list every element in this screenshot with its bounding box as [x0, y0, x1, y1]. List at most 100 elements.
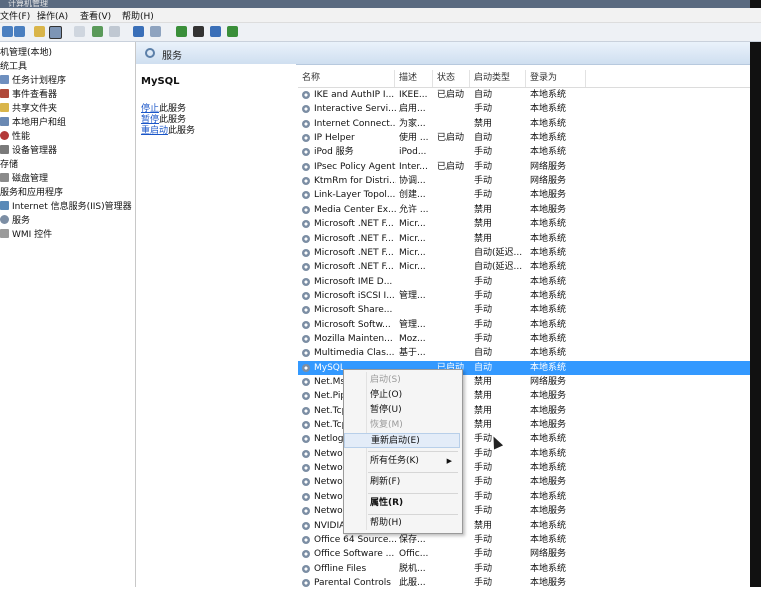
tree-local-users[interactable]: 本地用户和组 — [0, 115, 66, 128]
restart-service-link[interactable]: 重启动此服务 — [141, 123, 195, 136]
service-startup: 手动 — [474, 305, 493, 316]
column-name[interactable]: 名称 — [298, 70, 395, 87]
service-row[interactable]: Interactive Servi... 启用... 手动 本地系统 — [298, 102, 750, 116]
tree-disk-management[interactable]: 磁盘管理 — [0, 171, 48, 184]
service-row[interactable]: Microsoft .NET F... Micr... 自动(延迟... 本地系统 — [298, 260, 750, 274]
menu-item-all-tasks[interactable]: 所有任务(K) ▶ — [344, 454, 460, 469]
tree-shared-folders[interactable]: 共享文件夹 — [0, 101, 57, 114]
service-gear-icon — [302, 205, 310, 214]
menu-help[interactable]: 帮助(H) — [122, 9, 154, 22]
help-icon[interactable] — [133, 26, 144, 37]
tree-root[interactable]: 机管理(本地) — [0, 45, 52, 58]
service-logon: 本地系统 — [530, 362, 567, 373]
service-row[interactable]: IKE and AuthIP I... IKEE... 已启动 自动 本地系统 — [298, 88, 750, 102]
menu-item-stop[interactable]: 停止(O) — [344, 388, 460, 403]
service-name: Link-Layer Topol... — [314, 190, 396, 201]
service-row[interactable]: Microsoft Share... 手动 本地系统 — [298, 303, 750, 317]
tree-services-apps[interactable]: 服务和应用程序 — [0, 185, 63, 198]
service-row[interactable]: Media Center Ex... 允许 ... 禁用 本地服务 — [298, 203, 750, 217]
tree-task-scheduler[interactable]: 任务计划程序 — [0, 73, 66, 86]
description-pane: MySQL 停止此服务 暂停此服务 重启动此服务 — [136, 64, 296, 587]
service-gear-icon — [302, 162, 310, 171]
menu-item-pause[interactable]: 暂停(U) — [344, 403, 460, 418]
export-icon[interactable] — [74, 26, 85, 37]
restart-icon[interactable] — [227, 26, 238, 37]
service-status: 已启动 — [437, 90, 465, 100]
export-list-icon[interactable] — [109, 26, 120, 37]
service-row[interactable]: Parental Controls 此服... 手动 本地服务 — [298, 576, 750, 590]
service-row[interactable]: Microsoft .NET F... Micr... 禁用 本地系统 — [298, 232, 750, 246]
stop-icon[interactable] — [193, 26, 204, 37]
tree-event-viewer[interactable]: 事件查看器 — [0, 87, 57, 100]
back-icon[interactable] — [2, 26, 13, 37]
service-row[interactable]: IP Helper 使用 ... 已启动 自动 本地系统 — [298, 131, 750, 145]
service-row[interactable]: Microsoft Softw... 管理... 手动 本地系统 — [298, 318, 750, 332]
event-viewer-icon — [0, 89, 9, 98]
service-row[interactable]: Mozilla Mainten... Moz... 手动 本地系统 — [298, 332, 750, 346]
service-row[interactable]: Office Software ... Offic... 手动 网络服务 — [298, 547, 750, 561]
service-row[interactable]: Link-Layer Topol... 创建... 手动 本地服务 — [298, 188, 750, 202]
service-row[interactable]: Offline Files 脱机... 手动 本地系统 — [298, 562, 750, 576]
service-gear-icon — [302, 177, 310, 186]
service-name: Microsoft .NET F... — [314, 262, 394, 273]
service-desc: Micr... — [399, 247, 426, 258]
service-row[interactable]: Microsoft iSCSI I... 管理... 手动 本地系统 — [298, 289, 750, 303]
menu-item-refresh[interactable]: 刷新(F) — [344, 475, 460, 490]
service-desc: Micr... — [399, 262, 426, 273]
service-startup: 手动 — [474, 477, 493, 488]
service-startup: 自动(延迟... — [474, 262, 523, 273]
service-logon: 本地系统 — [530, 434, 567, 445]
tree-services[interactable]: 服务 — [0, 213, 30, 226]
menu-view[interactable]: 查看(V) — [80, 9, 111, 22]
service-row[interactable]: Microsoft .NET F... Micr... 禁用 本地系统 — [298, 217, 750, 231]
menu-item-restart[interactable]: 重新启动(E) — [344, 433, 460, 448]
service-logon: 本地系统 — [530, 448, 567, 459]
forward-icon[interactable] — [14, 26, 25, 37]
tree-performance[interactable]: 性能 — [0, 129, 30, 142]
menu-item-help[interactable]: 帮助(H) — [344, 516, 460, 531]
menu-separator — [368, 514, 458, 515]
show-hide-tree-icon[interactable] — [49, 26, 62, 39]
service-name: iPod 服务 — [314, 147, 354, 158]
menu-item-properties[interactable]: 属性(R) — [344, 496, 460, 511]
refresh-icon[interactable] — [92, 26, 103, 37]
menu-action[interactable]: 操作(A) — [37, 9, 68, 22]
service-logon: 本地服务 — [530, 420, 567, 431]
service-logon: 本地系统 — [530, 305, 567, 316]
service-row[interactable]: Microsoft IME D... 手动 本地系统 — [298, 275, 750, 289]
service-startup: 禁用 — [474, 118, 493, 129]
column-description[interactable]: 描述 — [395, 70, 433, 87]
service-name: Internet Connect... — [314, 118, 396, 129]
tree-iis[interactable]: Internet 信息服务(IIS)管理器 — [0, 199, 132, 212]
service-name: KtmRm for Distri... — [314, 176, 396, 187]
iis-icon — [0, 201, 9, 210]
service-gear-icon — [302, 550, 310, 559]
tree-storage[interactable]: 存储 — [0, 157, 18, 170]
pause-icon[interactable] — [210, 26, 221, 37]
service-gear-icon — [302, 492, 310, 501]
menu-file[interactable]: 文件(F) — [0, 9, 30, 22]
column-status[interactable]: 状态 — [433, 70, 470, 87]
up-folder-icon[interactable] — [34, 26, 45, 37]
service-row[interactable]: iPod 服务 iPod... 手动 本地系统 — [298, 145, 750, 159]
service-row[interactable]: Microsoft .NET F... Micr... 自动(延迟... 本地系统 — [298, 246, 750, 260]
tree-wmi[interactable]: WMI 控件 — [0, 227, 52, 240]
tree-device-manager[interactable]: 设备管理器 — [0, 143, 57, 156]
menu-item-start[interactable]: 启动(S) — [344, 373, 460, 388]
play-icon[interactable] — [176, 26, 187, 37]
properties-icon[interactable] — [150, 26, 161, 37]
menu-item-resume[interactable]: 恢复(M) — [344, 418, 460, 433]
column-startup-type[interactable]: 启动类型 — [470, 70, 526, 87]
service-row[interactable]: Multimedia Clas... 基于... 自动 本地系统 — [298, 346, 750, 360]
service-gear-icon — [302, 248, 310, 257]
service-logon: 本地系统 — [530, 463, 567, 474]
service-row[interactable]: Office 64 Source... 保存... 手动 本地系统 — [298, 533, 750, 547]
tree-system-tools[interactable]: 统工具 — [0, 59, 27, 72]
service-row[interactable]: Internet Connect... 为家... 禁用 本地系统 — [298, 117, 750, 131]
service-row[interactable]: IPsec Policy Agent Inter... 已启动 手动 网络服务 — [298, 160, 750, 174]
service-startup: 手动 — [474, 491, 493, 502]
column-logon-as[interactable]: 登录为 — [526, 70, 586, 87]
service-row[interactable]: KtmRm for Distri... 协调... 手动 网络服务 — [298, 174, 750, 188]
service-startup: 禁用 — [474, 391, 493, 402]
service-desc: 管理... — [399, 290, 426, 301]
